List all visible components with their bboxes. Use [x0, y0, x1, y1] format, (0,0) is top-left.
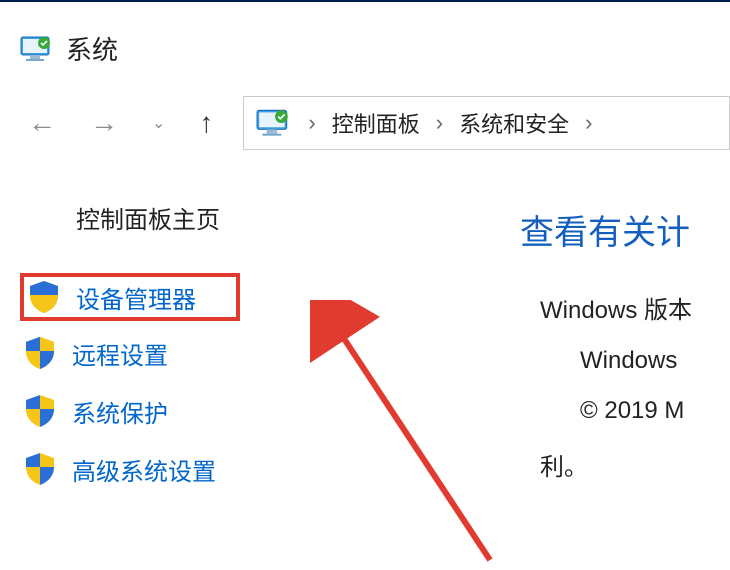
windows-line: Windows: [580, 347, 692, 375]
navigation-row: ← → ⌄ ↑ › 控制面板 › 系统和安全 ›: [28, 96, 730, 150]
chevron-right-icon: ›: [585, 110, 592, 136]
shield-icon: [26, 279, 62, 315]
sidebar-item-remote-settings[interactable]: 远程设置: [20, 331, 240, 375]
window-title-area: 系统: [20, 30, 118, 67]
breadcrumb-control-panel[interactable]: 控制面板: [332, 107, 420, 139]
chevron-right-icon: ›: [436, 110, 443, 136]
window-top-border: [0, 0, 730, 2]
control-panel-home-link[interactable]: 控制面板主页: [76, 200, 240, 235]
windows-version-label: Windows 版本: [540, 290, 692, 325]
content-area: 查看有关计 Windows 版本 Windows © 2019 M 利。: [520, 205, 692, 504]
sidebar: 控制面板主页 设备管理器 远程设置: [20, 200, 240, 505]
rights-line: 利。: [540, 447, 692, 482]
chevron-right-icon: ›: [308, 110, 315, 136]
system-icon: [256, 108, 292, 138]
sidebar-item-system-protection[interactable]: 系统保护: [20, 389, 240, 433]
nav-arrows: ← → ⌄ ↑: [28, 107, 213, 139]
content-heading: 查看有关计: [520, 205, 692, 254]
system-icon: [20, 35, 54, 63]
breadcrumb-system-security[interactable]: 系统和安全: [459, 107, 569, 139]
copyright-line: © 2019 M: [580, 397, 692, 425]
sidebar-item-label: 高级系统设置: [72, 452, 216, 487]
window-title: 系统: [66, 30, 118, 67]
sidebar-item-label: 设备管理器: [76, 280, 196, 315]
shield-icon: [22, 335, 58, 371]
sidebar-item-advanced-settings[interactable]: 高级系统设置: [20, 447, 240, 491]
annotation-arrow: [310, 300, 510, 570]
shield-icon: [22, 451, 58, 487]
breadcrumb-bar[interactable]: › 控制面板 › 系统和安全 ›: [243, 96, 730, 150]
sidebar-item-device-manager[interactable]: 设备管理器: [20, 273, 240, 321]
recent-dropdown[interactable]: ⌄: [152, 113, 165, 133]
sidebar-item-label: 远程设置: [72, 336, 168, 371]
up-button[interactable]: ↑: [199, 107, 213, 139]
shield-icon: [22, 393, 58, 429]
sidebar-item-label: 系统保护: [72, 394, 168, 429]
forward-button[interactable]: →: [90, 107, 118, 139]
back-button[interactable]: ←: [28, 107, 56, 139]
